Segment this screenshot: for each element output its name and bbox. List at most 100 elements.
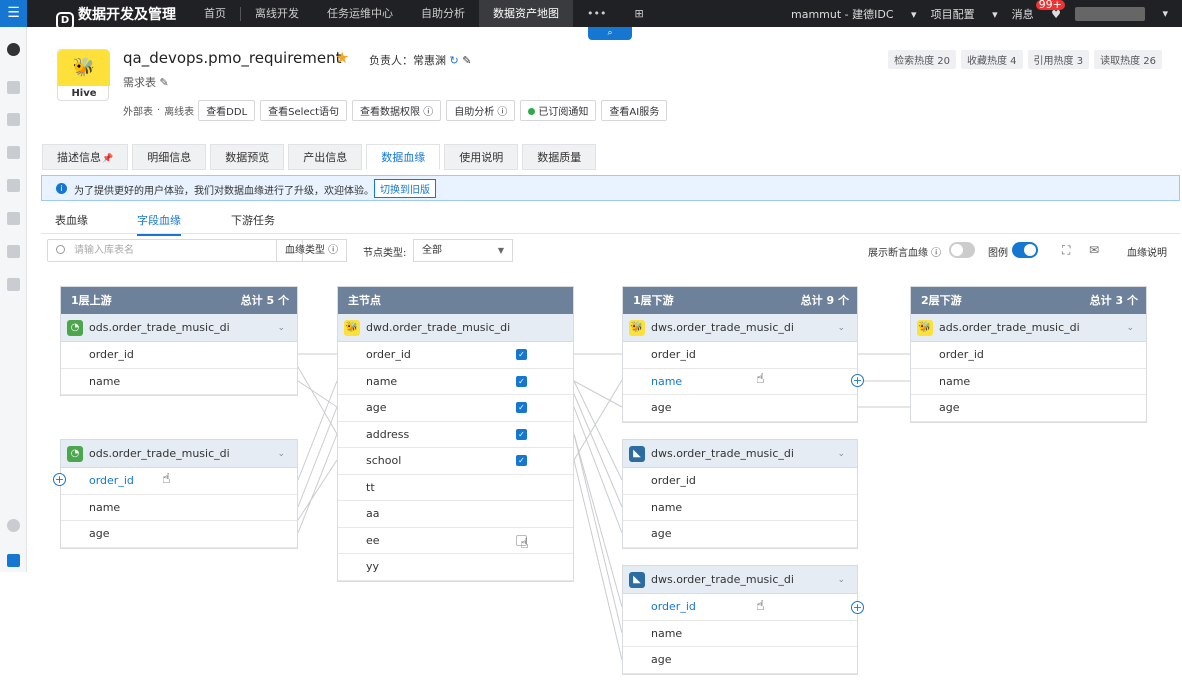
field-row[interactable]: name — [623, 495, 857, 521]
field-name: address — [366, 427, 410, 441]
field-row[interactable]: name — [61, 495, 297, 521]
edge-up2-age-main-address — [297, 433, 338, 534]
downstream-layer-1-table-2: ◣ dws.order_trade_music_di ⌄ order_id name… — [622, 439, 858, 549]
table-name: ods.order_trade_music_di — [89, 447, 230, 460]
field-row[interactable]: age — [623, 395, 857, 422]
expand-upstream-icon[interactable]: + — [53, 473, 66, 486]
field-row[interactable]: age — [61, 521, 297, 548]
layer-total: 总计 5 个 — [240, 294, 289, 307]
table-name: dws.order_trade_music_di — [651, 447, 794, 460]
mysql-icon: ◣ — [629, 446, 645, 462]
checkbox-checked[interactable]: ✓ — [516, 349, 527, 360]
checkbox-checked[interactable]: ✓ — [516, 375, 527, 387]
edge-main-address-dn3b — [573, 433, 623, 634]
mysql-icon: ◣ — [629, 572, 645, 588]
field-row[interactable]: name — [911, 369, 1146, 395]
field-name: name — [366, 374, 398, 388]
field-row[interactable]: school ✓ — [338, 448, 573, 475]
field-name: order_id — [366, 348, 411, 361]
layer-total: 总计 9 个 — [800, 294, 849, 307]
field-row[interactable]: name — [623, 621, 857, 647]
edge-up1-main-address — [297, 366, 338, 435]
table-name-row[interactable]: 🐝 dwd.order_trade_music_di — [338, 314, 573, 342]
checkbox-checked[interactable]: ✓ — [516, 455, 527, 466]
field-row[interactable]: name ✓ — [338, 369, 573, 395]
field-row[interactable]: order_id — [623, 594, 857, 621]
table-name: dwd.order_trade_music_di — [366, 321, 511, 334]
layer-header: 2层下游 总计 3 个 — [911, 287, 1146, 314]
field-row[interactable]: order_id — [623, 342, 857, 369]
table-name-row[interactable]: 🐝 dws.order_trade_music_di ⌄ — [623, 314, 857, 342]
edge-up1-name-main-age — [297, 380, 338, 408]
chevron-down-icon[interactable]: ⌄ — [277, 314, 285, 342]
layer-title: 2层下游 — [921, 294, 962, 307]
hive-bee-icon: 🐝 — [629, 320, 645, 336]
table-name: dws.order_trade_music_di — [651, 321, 794, 334]
hand-cursor-icon: ☝ — [520, 536, 529, 552]
field-row[interactable]: address ✓ — [338, 422, 573, 448]
layer-header: 主节点 — [338, 287, 573, 314]
edge-up2-order-main-name — [297, 380, 338, 481]
hand-cursor-icon: ☝ — [756, 371, 765, 387]
layer-header: 1层上游 总计 5 个 — [61, 287, 297, 314]
table-name: ods.order_trade_music_di — [89, 321, 230, 334]
checkbox-checked[interactable]: ✓ — [516, 428, 527, 440]
layer-title: 1层上游 — [71, 294, 112, 307]
expand-downstream-icon[interactable]: + — [851, 374, 864, 387]
field-name: age — [366, 401, 387, 414]
edge-main-name-dn1 — [573, 380, 623, 408]
edge-main-school-dn1 — [573, 379, 623, 461]
field-row[interactable]: age ✓ — [338, 395, 573, 422]
field-row[interactable]: age — [623, 647, 857, 674]
table-name-row[interactable]: ◔ ods.order_trade_music_di ⌄ — [61, 314, 297, 342]
field-row[interactable]: order_id — [623, 468, 857, 495]
table-name-row[interactable]: ◔ ods.order_trade_music_di ⌄ — [61, 440, 297, 468]
field-row[interactable]: yy — [338, 554, 573, 581]
field-name: school — [366, 454, 402, 467]
edge-main-age-dn2 — [573, 406, 623, 534]
field-name: ee — [366, 533, 380, 547]
main-node: 主节点 🐝 dwd.order_trade_music_di order_id ✓ … — [337, 286, 574, 582]
edge-main-address-dn3 — [573, 433, 623, 608]
hive-bee-icon: 🐝 — [344, 320, 360, 336]
layer-title: 主节点 — [348, 294, 381, 307]
upstream-layer-1-table-2: ◔ ods.order_trade_music_di ⌄ order_id name… — [60, 439, 298, 549]
field-row[interactable]: order_id — [61, 342, 297, 369]
datasource-icon: ◔ — [67, 446, 83, 462]
table-name-row[interactable]: ◣ dws.order_trade_music_di ⌄ — [623, 440, 857, 468]
chevron-down-icon[interactable]: ⌄ — [1126, 314, 1134, 342]
edge-up2-main-school — [297, 459, 338, 521]
hand-cursor-icon: ☝ — [162, 471, 171, 487]
field-row[interactable]: order_id ✓ — [338, 342, 573, 369]
field-row[interactable]: aa — [338, 501, 573, 528]
chevron-down-icon[interactable]: ⌄ — [837, 566, 845, 594]
table-name: dws.order_trade_music_di — [651, 573, 794, 586]
field-row[interactable]: ee — [338, 528, 573, 554]
field-row[interactable]: order_id — [911, 342, 1146, 369]
downstream-layer-1-table-3: ◣ dws.order_trade_music_di ⌄ order_id name… — [622, 565, 858, 675]
field-row[interactable]: name — [61, 369, 297, 395]
datasource-icon: ◔ — [67, 320, 83, 336]
table-name-row[interactable]: ◣ dws.order_trade_music_di ⌄ — [623, 566, 857, 594]
expand-downstream-icon[interactable]: + — [851, 601, 864, 614]
field-row[interactable]: name — [623, 369, 857, 395]
field-row[interactable]: order_id — [61, 468, 297, 495]
upstream-layer-1-table-1: 1层上游 总计 5 个 ◔ ods.order_trade_music_di ⌄ or… — [60, 286, 298, 396]
table-name-row[interactable]: 🐝 ads.order_trade_music_di ⌄ — [911, 314, 1146, 342]
downstream-layer-1-table-1: 1层下游 总计 9 个 🐝 dws.order_trade_music_di ⌄ or… — [622, 286, 858, 423]
checkbox-checked[interactable]: ✓ — [516, 402, 527, 413]
field-name: yy — [366, 560, 380, 573]
table-name: ads.order_trade_music_di — [939, 321, 1080, 334]
field-name: aa — [366, 507, 380, 520]
hive-bee-icon: 🐝 — [917, 320, 933, 336]
chevron-down-icon[interactable]: ⌄ — [277, 440, 285, 468]
field-row[interactable]: age — [911, 395, 1146, 422]
layer-title: 1层下游 — [633, 294, 674, 307]
field-row[interactable]: age — [623, 521, 857, 548]
layer-header: 1层下游 总计 9 个 — [623, 287, 857, 314]
chevron-down-icon[interactable]: ⌄ — [837, 440, 845, 468]
field-row[interactable]: tt — [338, 475, 573, 501]
edge-up2-name-main-age — [297, 406, 338, 508]
chevron-down-icon[interactable]: ⌄ — [837, 314, 845, 342]
layer-total: 总计 3 个 — [1089, 294, 1138, 307]
